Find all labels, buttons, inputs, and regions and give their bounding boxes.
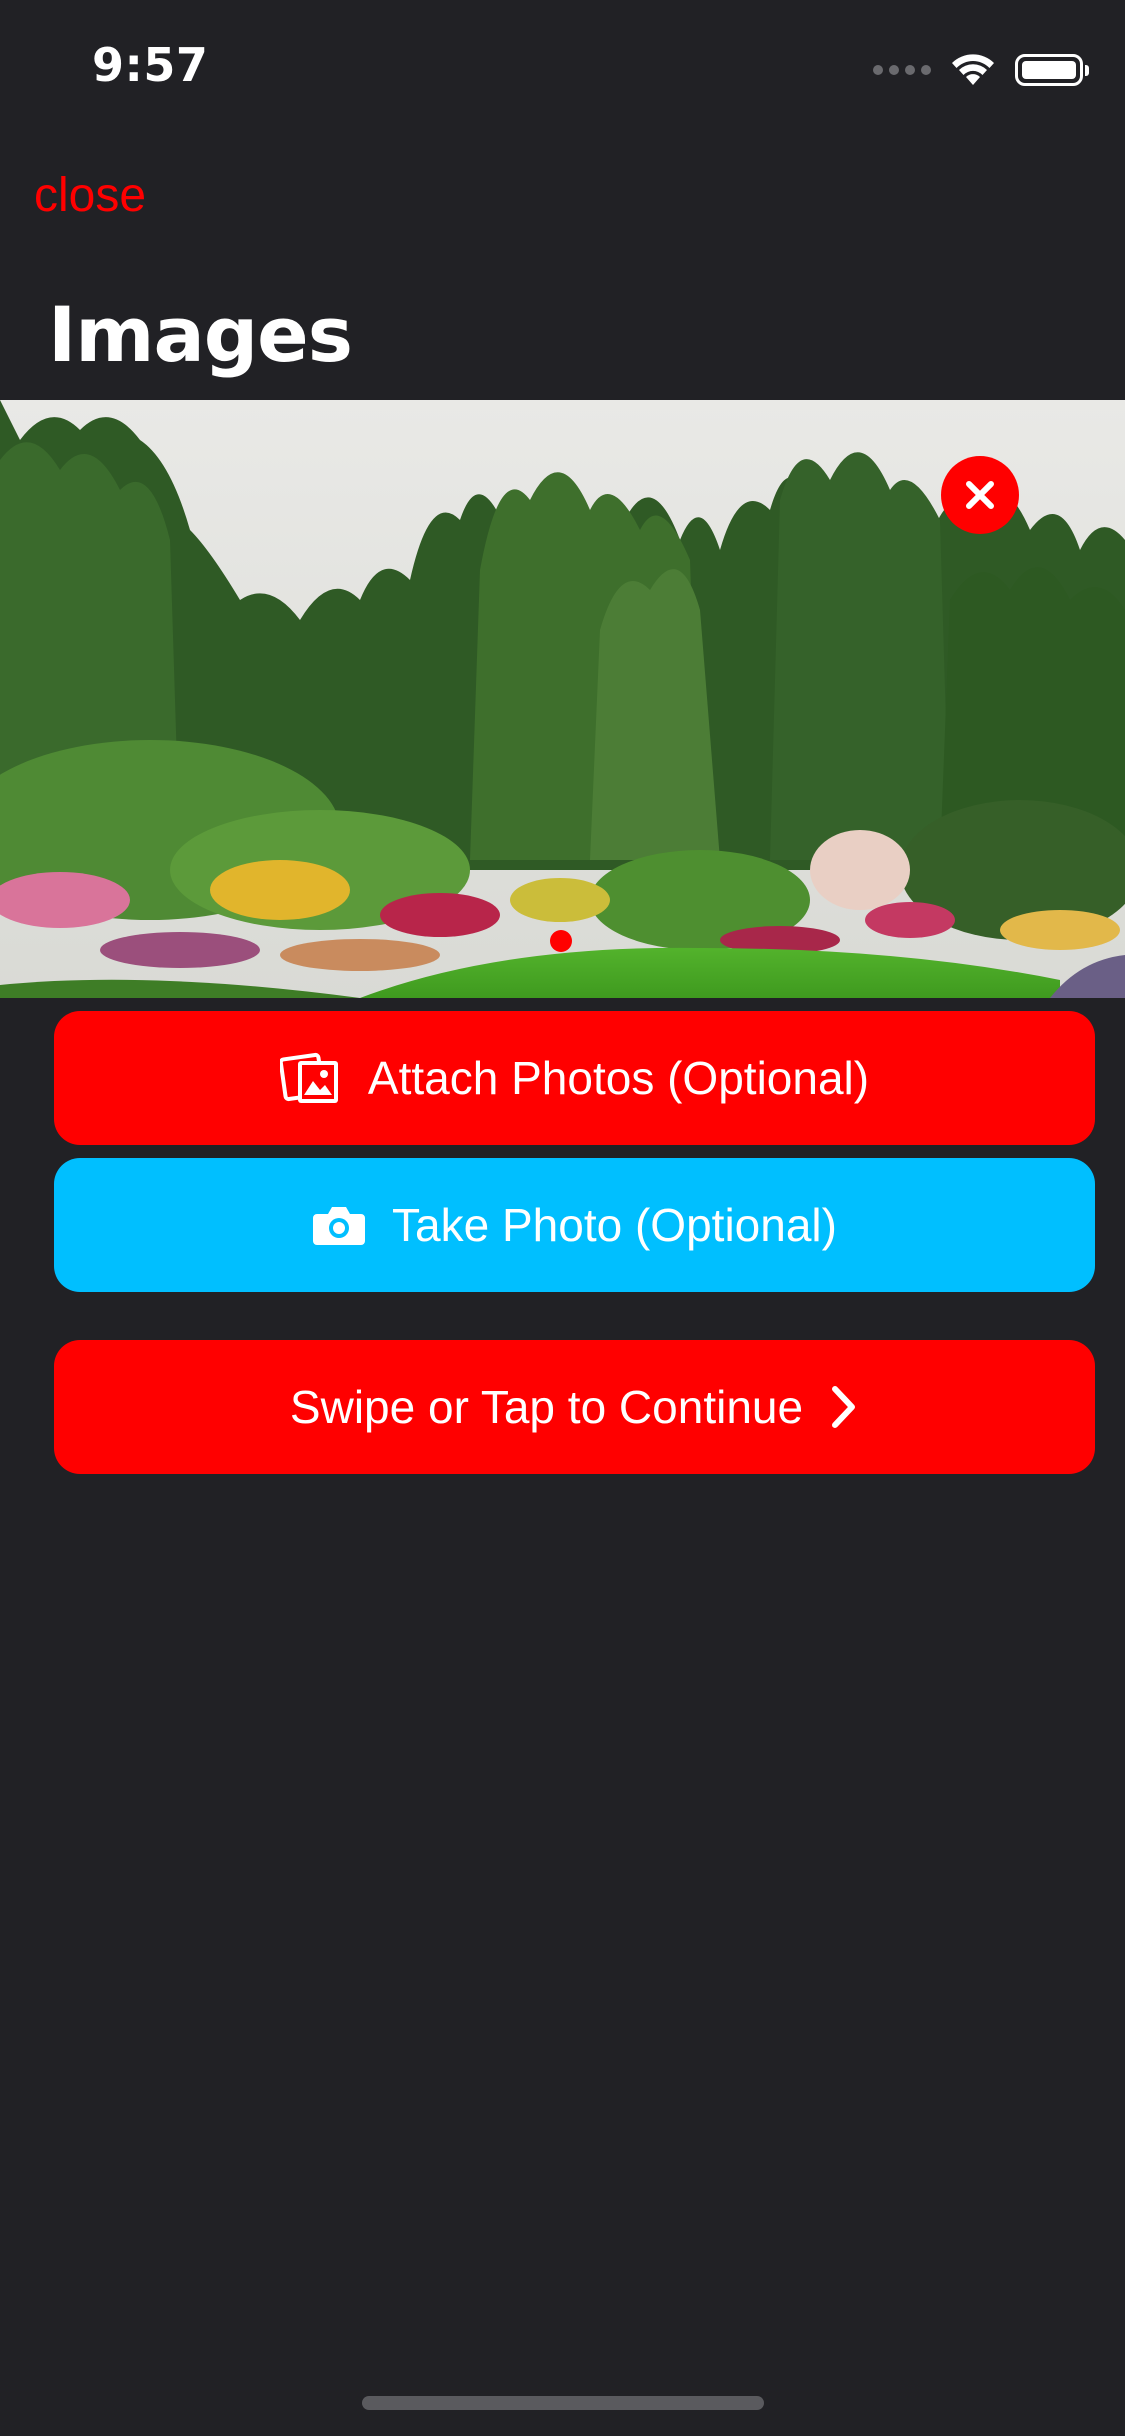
- close-button[interactable]: close: [34, 168, 146, 223]
- remove-image-button[interactable]: [941, 456, 1019, 534]
- home-indicator[interactable]: [362, 2396, 764, 2410]
- attach-photos-button[interactable]: Attach Photos (Optional): [54, 1011, 1095, 1145]
- cellular-signal-icon: [873, 65, 931, 75]
- attach-photos-label: Attach Photos (Optional): [367, 1052, 870, 1104]
- take-photo-button[interactable]: Take Photo (Optional): [54, 1158, 1095, 1292]
- camera-icon: [312, 1204, 366, 1246]
- photos-icon: [279, 1049, 342, 1107]
- take-photo-label: Take Photo (Optional): [392, 1199, 837, 1251]
- battery-icon: [1015, 54, 1089, 86]
- screen: 9:57 close Images Attach Photos (Optiona…: [0, 0, 1125, 2436]
- page-title: Images: [48, 290, 353, 379]
- continue-button[interactable]: Swipe or Tap to Continue: [54, 1340, 1095, 1474]
- wifi-icon: [952, 54, 994, 85]
- close-x-icon: [966, 481, 994, 509]
- status-icons: [873, 50, 1089, 90]
- image-carousel[interactable]: [0, 400, 1125, 998]
- page-indicator-dot[interactable]: [550, 930, 572, 952]
- status-time: 9:57: [92, 38, 209, 92]
- continue-label: Swipe or Tap to Continue: [289, 1381, 804, 1433]
- chevron-right-icon: [829, 1384, 859, 1430]
